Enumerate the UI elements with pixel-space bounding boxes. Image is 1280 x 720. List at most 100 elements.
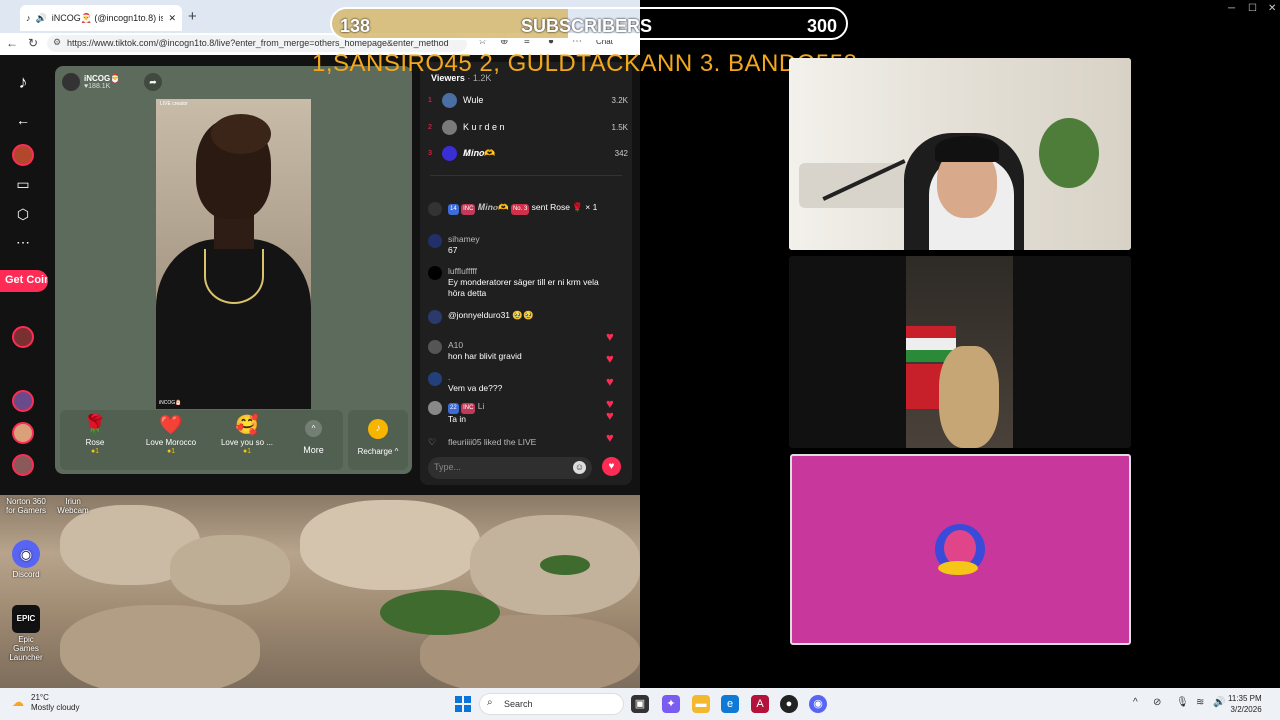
speaker-icon[interactable]: 🔊 bbox=[36, 13, 47, 24]
refresh-button[interactable]: ↻ bbox=[28, 36, 38, 50]
close-window-icon[interactable]: ✕ bbox=[1268, 3, 1276, 14]
fan-badge: INC bbox=[461, 204, 476, 215]
network-off-icon[interactable]: ⊘ bbox=[1153, 697, 1161, 708]
clock-time: 11:35 PM bbox=[1228, 694, 1262, 703]
gift-love-morocco[interactable]: ❤️ Love Morocco ●1 bbox=[136, 414, 206, 455]
recharge-label: Recharge ^ bbox=[357, 447, 399, 456]
share-icon[interactable]: ➦ bbox=[144, 73, 162, 91]
subscriber-current: 138 bbox=[340, 16, 371, 36]
live-creator-badge: LIVE creator bbox=[160, 101, 188, 107]
file-explorer-icon[interactable]: ▬ bbox=[692, 695, 710, 713]
chat-text: fleuriiii05 liked the LIVE bbox=[448, 437, 537, 447]
chat-text: Ta in bbox=[448, 414, 466, 424]
task-view-icon[interactable]: ▣ bbox=[631, 695, 649, 713]
subscriber-label: SUBSCRIBERS bbox=[521, 16, 653, 36]
get-coins-button[interactable]: Get Coins bbox=[0, 270, 48, 292]
chat-message[interactable]: A10 hon har blivit gravid bbox=[428, 340, 618, 362]
user-avatar bbox=[428, 401, 442, 415]
chat-message[interactable]: @jonnyelduro31 🥹🥹 bbox=[428, 310, 618, 324]
chat-message[interactable]: ♡ fleuriiii05 liked the LIVE bbox=[428, 437, 618, 448]
chat-username[interactable]: A10 bbox=[448, 340, 522, 351]
copilot-icon[interactable]: ✦ bbox=[662, 695, 680, 713]
more-icon[interactable]: ⋯ bbox=[12, 234, 34, 256]
gift-rose[interactable]: 🌹 Rose ●1 bbox=[60, 414, 130, 455]
top-viewer-row[interactable]: 3 𝑴𝒊𝒏𝒐🫶 342 bbox=[428, 143, 628, 163]
chat-username[interactable]: sihamey bbox=[448, 234, 480, 245]
live-avatar-2[interactable] bbox=[12, 390, 34, 412]
chat-message[interactable]: . Vem va de??? bbox=[428, 372, 618, 394]
chat-text: sent Rose 🌹 × 1 bbox=[531, 202, 598, 212]
desktop-icon-norton[interactable]: Norton 360 for Gamers bbox=[5, 497, 47, 515]
top-viewer-row[interactable]: 1 Wule 3.2K bbox=[428, 90, 628, 110]
tiktok-logo-icon[interactable]: ♪ bbox=[12, 72, 34, 94]
back-arrow-icon[interactable]: ← bbox=[12, 112, 34, 134]
chat-input[interactable]: Type... bbox=[428, 457, 592, 479]
wifi-icon[interactable]: ≋ bbox=[1196, 697, 1204, 708]
clock[interactable]: 11:35 PM 3/2/2026 bbox=[1228, 693, 1262, 715]
maximize-icon[interactable]: ☐ bbox=[1248, 3, 1257, 14]
chat-message[interactable]: lufflufffff Ey monderatorer säger till e… bbox=[428, 266, 618, 299]
emoji-icon[interactable]: ☺ bbox=[573, 461, 586, 474]
norton-label: Norton 360 for Gamers bbox=[5, 497, 46, 515]
chat-username[interactable]: Li bbox=[478, 401, 485, 411]
desktop-icon-discord[interactable]: ◉ Discord bbox=[5, 540, 47, 579]
mic-icon[interactable]: 🎙 bbox=[1176, 697, 1189, 708]
new-tab-button[interactable]: + bbox=[188, 8, 197, 25]
tray-chevron-icon[interactable]: ^ bbox=[1133, 697, 1138, 708]
user-avatar bbox=[428, 266, 442, 280]
subscriber-goal: 300 bbox=[807, 16, 838, 36]
live-avatar-3[interactable] bbox=[12, 422, 34, 444]
rock bbox=[170, 535, 290, 605]
start-button[interactable] bbox=[455, 696, 471, 712]
search-icon: ⌕ bbox=[487, 697, 493, 708]
upload-icon[interactable]: ⬡ bbox=[12, 206, 34, 228]
webcam-avatar-panel bbox=[790, 454, 1131, 645]
guest-person bbox=[939, 346, 999, 448]
chat-username[interactable]: 𝑴𝒊𝒏𝒐🫶 bbox=[478, 202, 509, 212]
weather-widget[interactable]: ☁ 21°C Mostly cloudy bbox=[12, 693, 79, 713]
obs-icon[interactable]: ● bbox=[780, 695, 798, 713]
tab-close-icon[interactable]: ✕ bbox=[168, 13, 176, 24]
coin-icon: ♪ bbox=[368, 419, 388, 439]
chat-message[interactable]: sihamey 67 bbox=[428, 234, 618, 256]
site-info-icon[interactable]: ⚙ bbox=[53, 37, 63, 47]
viewer-name: Wule bbox=[463, 95, 484, 105]
chat-message[interactable]: 22 INC Li Ta in bbox=[428, 401, 618, 425]
gift-love-you-so[interactable]: 🥰 Love you so ... ●1 bbox=[212, 414, 282, 455]
flag-red-stripe bbox=[906, 326, 956, 338]
minimize-icon[interactable]: ─ bbox=[1228, 3, 1235, 14]
chat-text: Vem va de??? bbox=[448, 383, 503, 393]
top-viewer-row[interactable]: 2 K u r d e n 1.5K bbox=[428, 117, 628, 137]
following-avatar[interactable] bbox=[12, 144, 34, 166]
volume-icon[interactable]: 🔊 bbox=[1213, 697, 1225, 708]
live-camera-icon[interactable]: ▭ bbox=[12, 176, 34, 198]
weather-temp: 21°C bbox=[31, 693, 49, 702]
heart-gift-icon: ❤️ bbox=[159, 415, 183, 436]
desktop-icon-iriun[interactable]: Iriun Webcam bbox=[52, 497, 94, 515]
chat-username[interactable]: lufflufffff bbox=[448, 266, 618, 277]
flag-white-stripe bbox=[906, 338, 956, 350]
avatar-accent bbox=[938, 561, 978, 575]
level-badge: 22 bbox=[448, 403, 459, 414]
live-avatar-1[interactable] bbox=[12, 326, 34, 348]
subscriber-goal-bar: 138 SUBSCRIBERS 300 bbox=[330, 7, 848, 40]
like-heart-button[interactable]: ♥ bbox=[602, 457, 621, 476]
more-gifts-button[interactable]: ^ More bbox=[296, 420, 331, 455]
chat-message[interactable]: 14 INC 𝑴𝒊𝒏𝒐🫶 No. 3 sent Rose 🌹 × 1 bbox=[428, 202, 618, 216]
gift-price: ●1 bbox=[166, 448, 176, 455]
taskbar-search[interactable]: Search bbox=[479, 693, 624, 715]
acrobat-icon[interactable]: A bbox=[751, 695, 769, 713]
chevron-up-icon: ^ bbox=[305, 420, 322, 437]
tab-title: iNCOG🎅 (@incogn1to.8) is L bbox=[51, 12, 164, 23]
back-button[interactable]: ← bbox=[6, 36, 18, 50]
desktop-icon-epic[interactable]: EPIC Epic Games Launcher bbox=[5, 605, 47, 662]
discord-taskbar-icon[interactable]: ◉ bbox=[809, 695, 827, 713]
recharge-button[interactable]: ♪ Recharge ^ bbox=[348, 410, 408, 470]
live-video[interactable] bbox=[156, 99, 311, 409]
browser-tab[interactable]: ♪ 🔊 iNCOG🎅 (@incogn1to.8) is L ✕ bbox=[20, 5, 182, 31]
live-avatar-4[interactable] bbox=[12, 454, 34, 476]
host-avatar[interactable] bbox=[62, 73, 80, 91]
edge-icon[interactable]: e bbox=[721, 695, 739, 713]
chat-username[interactable]: . bbox=[448, 372, 502, 383]
rank-badge: No. 3 bbox=[510, 204, 530, 215]
